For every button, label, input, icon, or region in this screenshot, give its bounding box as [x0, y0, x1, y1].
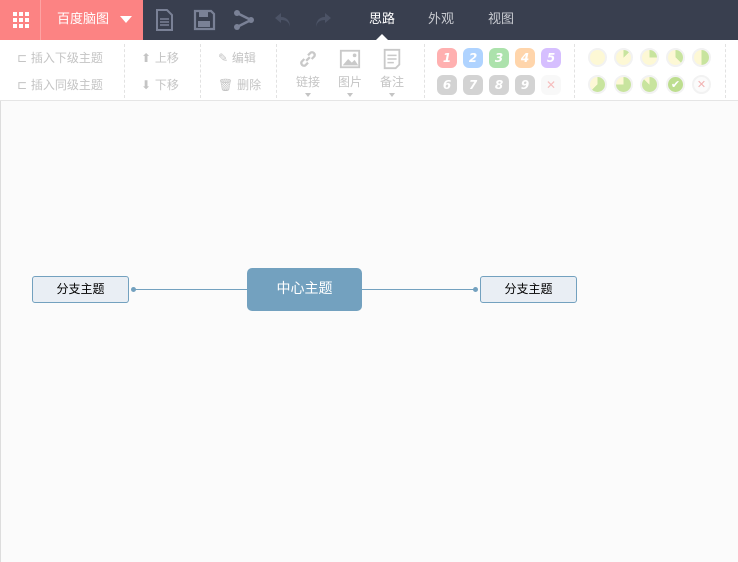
label: 插入同级主题: [30, 78, 103, 92]
brand-menu[interactable]: 百度脑图: [41, 0, 143, 40]
priority-6-button[interactable]: 6: [437, 75, 457, 95]
apps-grid-icon[interactable]: [0, 0, 41, 40]
label: 插入下级主题: [30, 51, 103, 65]
divider: [124, 44, 125, 98]
undo-icon[interactable]: [272, 8, 296, 32]
link-icon: [300, 51, 316, 67]
image-icon: [339, 49, 361, 69]
link-button[interactable]: 链接: [293, 48, 323, 97]
tab-idea[interactable]: 思路: [369, 0, 395, 40]
toolbar: ⊏ 插入下级主题 ⊏ 插入同级主题 ⬆ 上移 ⬇ 下移 ✎ 编辑 🗑 删除 链接…: [0, 40, 738, 101]
label: 链接: [295, 75, 320, 89]
trash-icon: 🗑: [218, 78, 238, 92]
new-file-icon[interactable]: [152, 8, 176, 32]
move-down-button[interactable]: ⬇ 下移: [141, 76, 179, 93]
connector-dot: [131, 287, 136, 292]
progress-0-button[interactable]: [588, 48, 607, 67]
branch-topic-left[interactable]: 分支主题: [32, 276, 129, 303]
divider: [424, 44, 425, 98]
priority-5-button[interactable]: 5: [541, 48, 561, 68]
progress-6-button[interactable]: [614, 75, 633, 94]
priority-8-button[interactable]: 8: [489, 75, 509, 95]
save-icon[interactable]: [192, 8, 216, 32]
divider: [200, 44, 201, 98]
progress-done-button[interactable]: ✔: [666, 75, 685, 94]
arrow-down-icon: ⬇: [141, 78, 155, 92]
caret-down-icon: [120, 16, 132, 23]
insert-child-button[interactable]: ⊏ 插入下级主题: [17, 49, 103, 66]
canvas-border: [0, 101, 1, 562]
edit-button[interactable]: ✎ 编辑: [218, 49, 256, 66]
priority-9-button[interactable]: 9: [515, 75, 535, 95]
connector: [362, 289, 476, 290]
progress-1-button[interactable]: [614, 48, 633, 67]
branch-topic-right[interactable]: 分支主题: [480, 276, 577, 303]
tab-appearance[interactable]: 外观: [428, 0, 454, 40]
progress-5-button[interactable]: [588, 75, 607, 94]
top-bar: 百度脑图 思路 外观 视图: [0, 0, 738, 40]
divider: [574, 44, 575, 98]
priority-2-button[interactable]: 2: [463, 48, 483, 68]
priority-7-button[interactable]: 7: [463, 75, 483, 95]
divider: [725, 44, 726, 98]
note-icon: [383, 48, 401, 70]
label: 下移: [154, 78, 179, 92]
delete-button[interactable]: 🗑 删除: [218, 76, 261, 93]
label: 删除: [237, 78, 262, 92]
brand-label: 百度脑图: [57, 12, 110, 27]
arrow-up-icon: ⬆: [141, 51, 155, 65]
note-button[interactable]: 备注: [377, 48, 407, 97]
label: 上移: [154, 51, 179, 65]
label: 图片: [337, 75, 362, 89]
caret-down-icon: [347, 93, 353, 97]
progress-2-button[interactable]: [640, 48, 659, 67]
label: 编辑: [231, 51, 256, 65]
image-button[interactable]: 图片: [335, 48, 365, 97]
priority-4-button[interactable]: 4: [515, 48, 535, 68]
priority-3-button[interactable]: 3: [489, 48, 509, 68]
remove-progress-button[interactable]: ✕: [692, 75, 711, 94]
priority-1-button[interactable]: 1: [437, 48, 457, 68]
label: 备注: [379, 75, 404, 89]
redo-icon[interactable]: [310, 8, 334, 32]
caret-down-icon: [389, 93, 395, 97]
move-up-button[interactable]: ⬆ 上移: [141, 49, 179, 66]
insert-child-icon: ⊏: [17, 51, 31, 65]
insert-sibling-button[interactable]: ⊏ 插入同级主题: [17, 76, 103, 93]
divider: [276, 44, 277, 98]
edit-icon: ✎: [218, 51, 232, 65]
caret-down-icon: [305, 93, 311, 97]
connector: [133, 289, 247, 290]
tab-view[interactable]: 视图: [488, 0, 514, 40]
progress-4-button[interactable]: [692, 48, 711, 67]
connector-dot: [473, 287, 478, 292]
share-icon[interactable]: [232, 8, 256, 32]
progress-3-button[interactable]: [666, 48, 685, 67]
insert-sibling-icon: ⊏: [17, 78, 31, 92]
remove-priority-button[interactable]: ✕: [541, 75, 561, 95]
progress-7-button[interactable]: [640, 75, 659, 94]
root-topic[interactable]: 中心主题: [247, 268, 362, 311]
